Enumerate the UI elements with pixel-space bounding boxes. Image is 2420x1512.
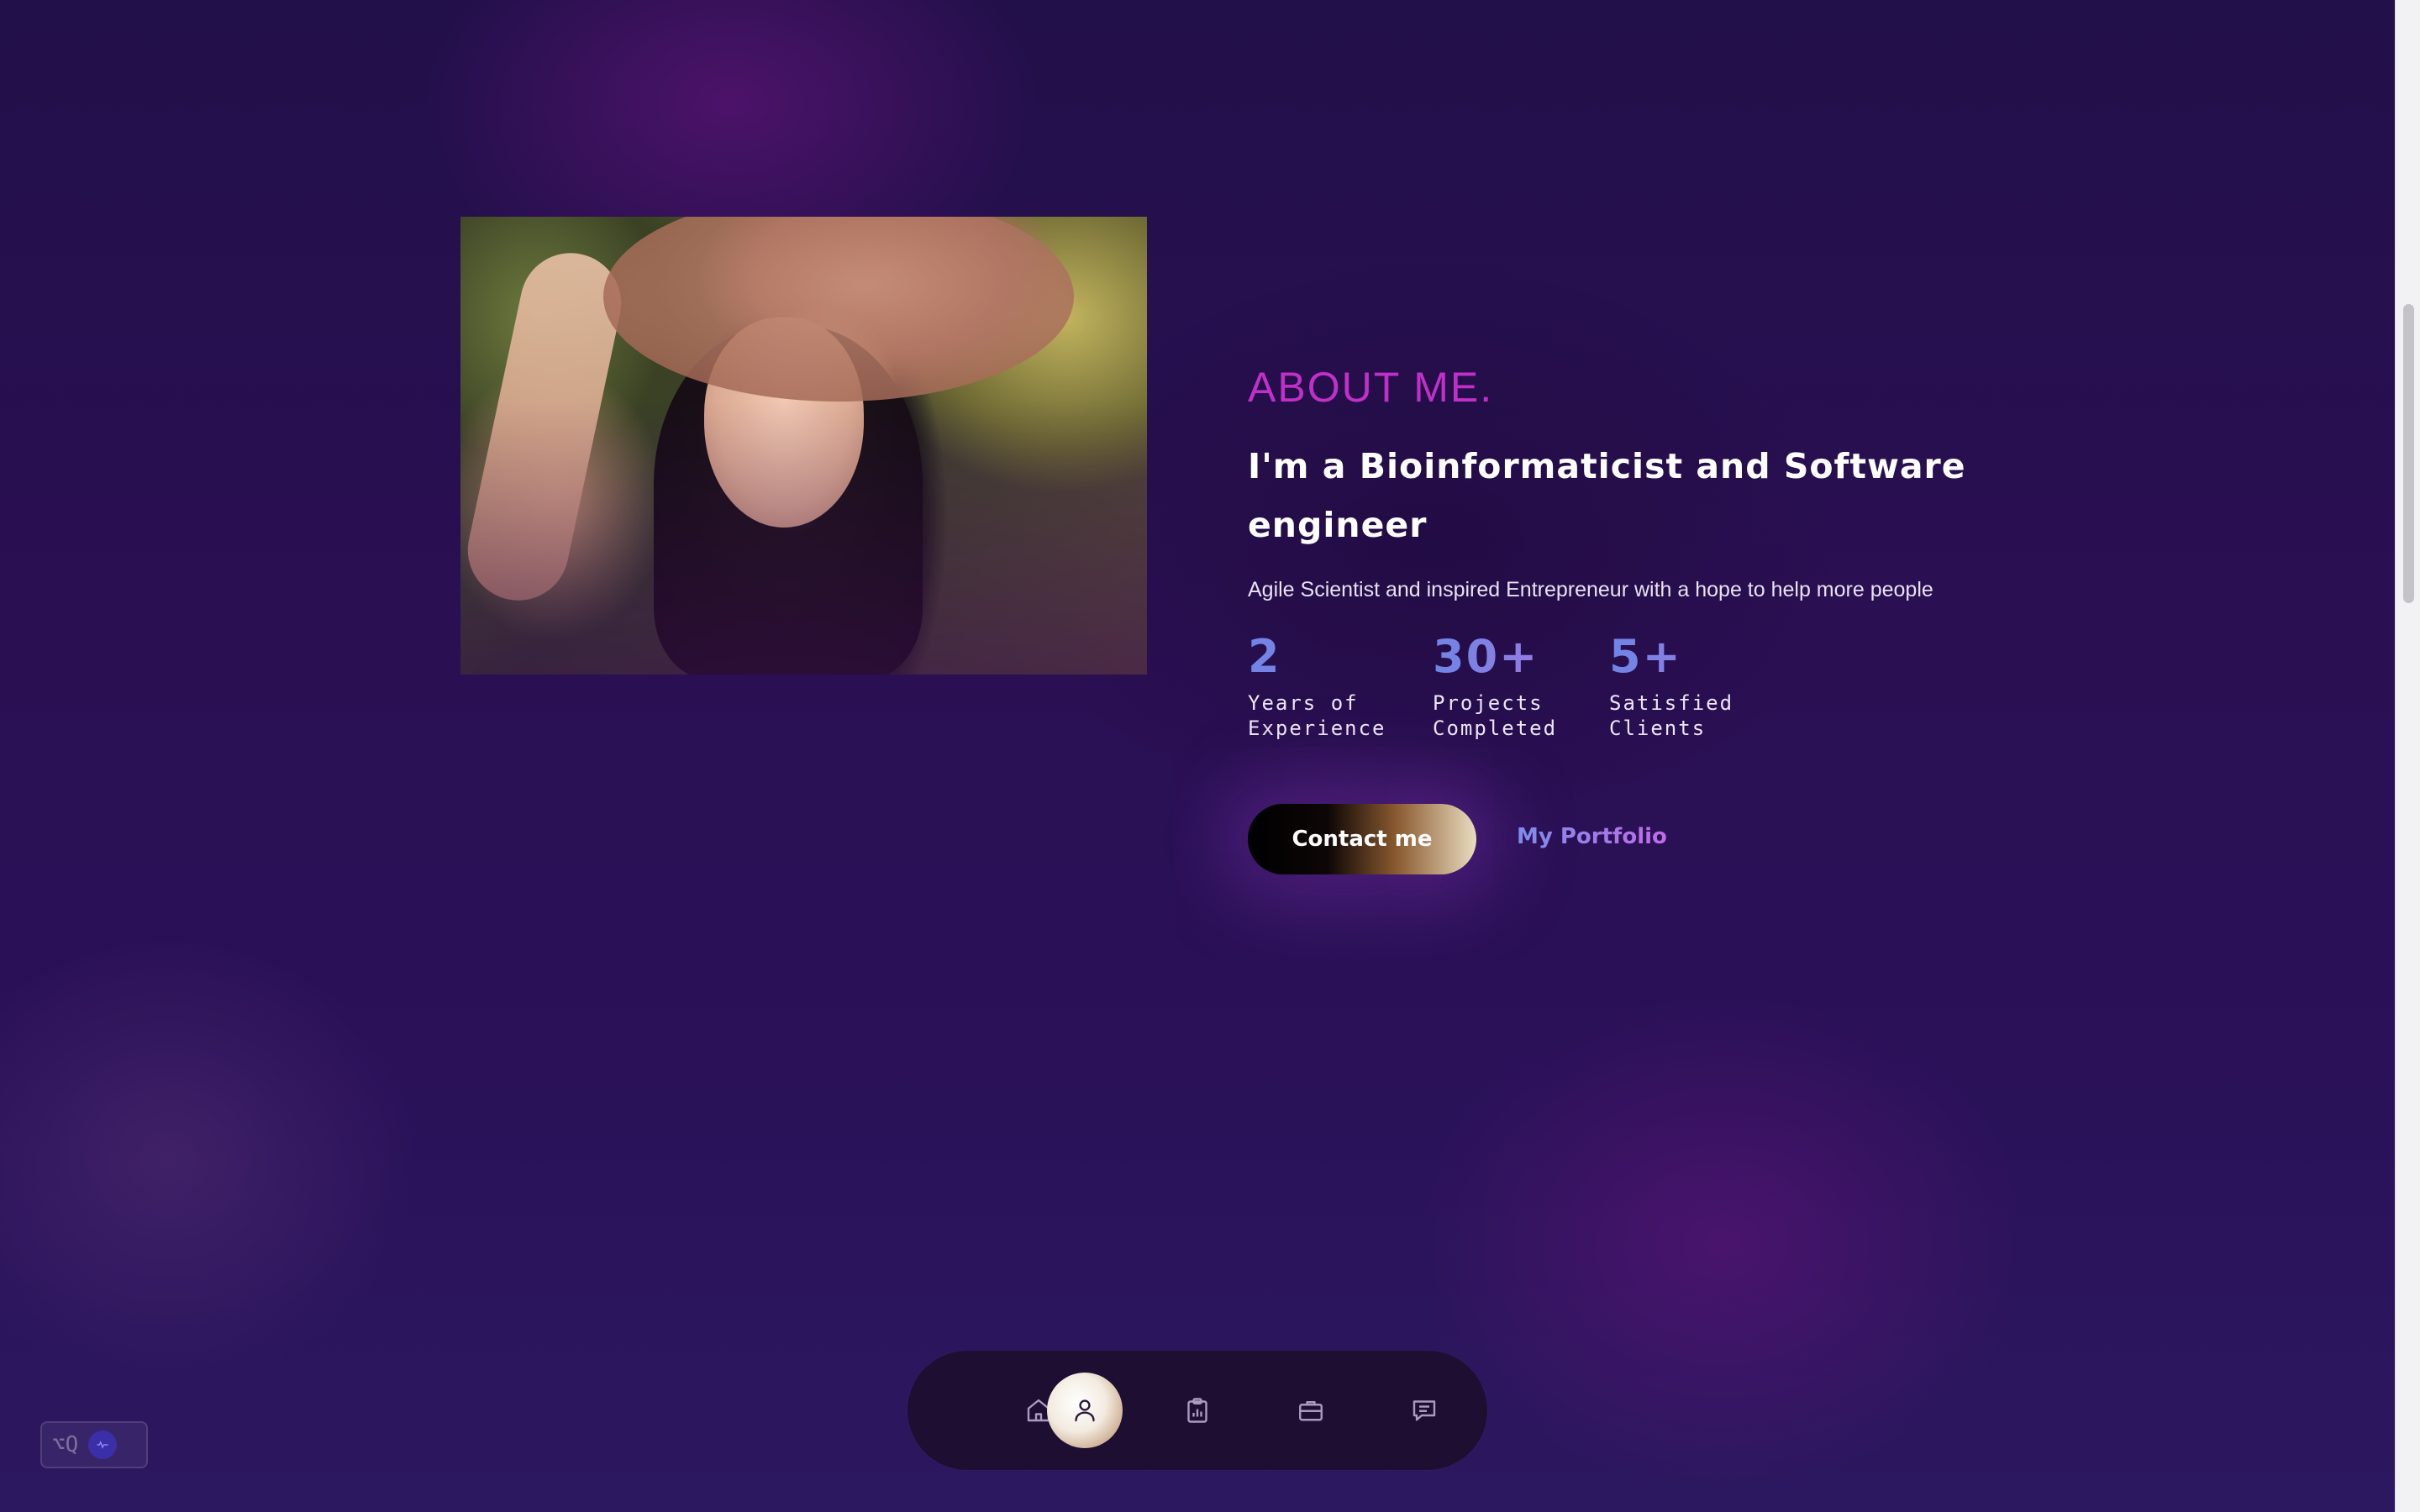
bottom-nav — [908, 1351, 1487, 1470]
user-icon — [1075, 1399, 1095, 1422]
my-portfolio-link[interactable]: My Portfolio — [1517, 824, 1667, 849]
about-title: ABOUT ME. — [1248, 364, 1494, 411]
shortcut-widget[interactable]: ⌥Q — [40, 1421, 148, 1468]
stat-value: 5+ — [1609, 630, 1733, 684]
nav-portfolio[interactable] — [1273, 1373, 1349, 1448]
stat-experience: 2 Years of Experience — [1248, 630, 1386, 741]
stat-value: 2 — [1248, 630, 1386, 684]
nav-skills[interactable] — [1160, 1373, 1235, 1448]
shortcut-label: ⌥Q — [52, 1432, 79, 1457]
about-headline: I'm a Bioinformaticist and Software engi… — [1248, 446, 1966, 545]
clipboard-chart-icon — [1187, 1398, 1207, 1423]
stat-label: Projects Completed — [1433, 691, 1558, 740]
about-subline: Agile Scientist and inspired Entrepreneu… — [1248, 578, 1933, 601]
scrollbar[interactable] — [2395, 0, 2420, 1512]
assistant-icon — [88, 1431, 118, 1459]
portrait-shade — [460, 217, 1147, 675]
stat-label: Satisfied Clients — [1609, 691, 1734, 740]
nav-about[interactable] — [1047, 1373, 1123, 1448]
nav-contact[interactable] — [1386, 1373, 1462, 1448]
stat-projects: 30+ Projects Completed — [1433, 630, 1557, 741]
stat-value: 30+ — [1433, 630, 1557, 684]
message-icon — [1413, 1400, 1436, 1421]
stat-label: Years of Experience — [1248, 691, 1386, 740]
contact-me-button[interactable]: Contact me — [1248, 804, 1476, 874]
stat-clients: 5+ Satisfied Clients — [1609, 630, 1733, 741]
briefcase-icon — [1299, 1401, 1323, 1421]
stats-row: 2 Years of Experience 30+ Projects Compl… — [1248, 630, 1836, 756]
scrollbar-thumb[interactable] — [2403, 304, 2414, 603]
portrait-image — [460, 217, 1147, 675]
